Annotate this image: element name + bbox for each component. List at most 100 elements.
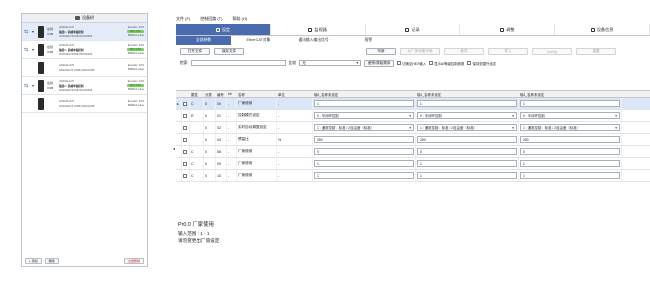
chevron-down-icon[interactable]: ▾: [32, 29, 36, 34]
row-checkbox[interactable]: [183, 101, 187, 106]
menu-file[interactable]: 文件 (F): [176, 16, 190, 22]
import-button[interactable]: 导入: [488, 48, 528, 55]
value-select[interactable]: 1 : 通常控制：标准 / 2自由度（标准） ▾: [314, 124, 414, 131]
bit-cell: -: [227, 170, 237, 181]
table-row[interactable]: C 0 09- 厂家使用 -1 1 1: [176, 158, 650, 170]
value-input[interactable]: 1: [520, 100, 620, 107]
attr-cell: C: [190, 98, 204, 109]
range-checkbox[interactable]: 保持范围外设定: [467, 61, 496, 66]
tab-log[interactable]: 记录: [366, 24, 461, 35]
device-icon: [75, 16, 80, 20]
device-model: HS3442-H70: [59, 43, 74, 47]
checkbox-icon: [429, 61, 434, 65]
compare-select[interactable]: 无 ▾: [299, 60, 362, 66]
value-select[interactable]: 1 : 通常控制：标准 / 2自由度（标准） ▾: [520, 124, 620, 131]
search-input[interactable]: [190, 60, 286, 66]
row-checkbox[interactable]: [183, 161, 187, 166]
table-row[interactable]: 0 04- 惯量比% 250 250 250: [176, 134, 650, 146]
subtab-alarm[interactable]: 报警: [341, 36, 396, 45]
reset-button[interactable]: 重置: [576, 48, 616, 55]
value-select[interactable]: 1 : 通常控制：标准 / 2自由度（标准） ▾: [417, 124, 517, 131]
servo-drive-icon: [38, 25, 44, 38]
servo-drive-icon: [38, 79, 44, 92]
number-cell: 02: [216, 122, 227, 133]
ai-checkbox[interactable]: 显示AI等级控制参数: [429, 61, 464, 66]
value-input[interactable]: 1: [417, 172, 517, 179]
device-item[interactable]: ⇆ ▾ 在线 USB HS3442-H70 轴组1 : 机械单轴控制 HS3442H70US…: [22, 41, 147, 59]
chevron-down-icon[interactable]: ▾: [32, 83, 36, 88]
unit-cell: -: [277, 122, 313, 133]
value-input[interactable]: 1: [520, 172, 620, 179]
category-cell: 0: [204, 134, 216, 145]
write-button[interactable]: 写新: [366, 48, 396, 55]
subtab-ethercat[interactable]: EtherCAT对象: [231, 36, 286, 45]
delete-device-button[interactable]: 删除: [44, 258, 59, 264]
tab-device-info[interactable]: 设备信息: [555, 24, 650, 35]
value-input[interactable]: 1: [417, 160, 517, 167]
attr-cell: [190, 134, 204, 145]
device-item[interactable]: HS3442-H70 HS3442H70 (USB) 000102305 Encod…: [22, 95, 147, 113]
table-row[interactable]: 0 02- 实时自动调整设定 -1 : 通常控制：标准 / 2自由度（标准） ▾ 1 : …: [176, 122, 650, 134]
servo-drive-icon: [38, 43, 44, 56]
value-input[interactable]: 0: [520, 148, 620, 155]
table-row[interactable]: R 0 01- 控制模式设定 -0 : 半闭环控制 ▾ 0 : 半闭环控制 ▾ 0 : 半闭环控…: [176, 110, 650, 122]
value-input[interactable]: 250: [520, 136, 620, 143]
value-select[interactable]: 0 : 半闭环控制 ▾: [314, 112, 414, 119]
value-input[interactable]: 1: [417, 100, 517, 107]
search-label: 检索: [180, 60, 188, 65]
number-cell: 01: [216, 110, 227, 121]
device-serial: HS3442H70USB 000102305: [59, 34, 93, 38]
value-input[interactable]: 250: [314, 136, 414, 143]
config-button[interactable]: Config: [532, 48, 572, 55]
servo-drive-icon: [38, 61, 44, 74]
name-cell: 控制模式设定: [237, 110, 277, 121]
bit-cell: -: [227, 98, 237, 109]
table-row[interactable]: C 0 08- 厂家使用 -0 0 0: [176, 146, 650, 158]
menu-help[interactable]: 帮助 (H): [232, 16, 247, 22]
value-input[interactable]: 1: [314, 172, 414, 179]
device-item[interactable]: ⇆ ▾ 在线 USB HS3442-H70 轴组1 : 机械单轴控制 HS3442H70US…: [22, 77, 147, 95]
device-serial: HS3442H70 (USB) 000102305: [59, 68, 95, 72]
upload-from-device-button[interactable]: 从厂家设备写新: [400, 48, 440, 55]
chevron-down-icon[interactable]: ▾: [32, 47, 36, 52]
tab-monitor[interactable]: 监视器: [271, 24, 366, 35]
subtab-io-signals[interactable]: 通讯输入输出信号: [286, 36, 341, 45]
attr-cell: C: [190, 158, 204, 169]
device-mode: B386A4 pulse: [127, 52, 144, 55]
value-input[interactable]: 250: [417, 136, 517, 143]
number-cell: 09: [216, 158, 227, 169]
row-checkbox[interactable]: [183, 137, 187, 142]
table-row[interactable]: C 0 10- 厂家使用 -1 1 1: [176, 170, 650, 182]
row-checkbox[interactable]: [183, 125, 187, 130]
value-input[interactable]: 0: [314, 148, 414, 155]
row-checkbox[interactable]: [183, 113, 187, 118]
chevron-down-icon: ▾: [356, 61, 359, 65]
hex-checkbox[interactable]: 切换至HEX输入: [397, 61, 426, 66]
tab-settings[interactable]: 设定: [176, 24, 271, 35]
bit-cell: -: [227, 146, 237, 157]
name-cell: 厂家使用: [237, 158, 277, 169]
save-file-button[interactable]: 保存文件: [214, 48, 244, 55]
value-select[interactable]: 0 : 半闭环控制 ▾: [417, 112, 517, 119]
device-tree-header: 设备树: [22, 14, 147, 23]
device-list: ⇆ ▾ 在线 USB HS3442-H70 轴组1 : 机械单轴控制 HS3442H70US…: [22, 23, 147, 113]
row-checkbox[interactable]: [183, 173, 187, 178]
table-row[interactable]: ▸ C 0 00- 厂家使用 -1 1 1: [176, 98, 650, 110]
remove-all-button[interactable]: 全部删除: [123, 258, 144, 264]
value-input[interactable]: 1: [520, 160, 620, 167]
device-item[interactable]: ⇆ ▾ 在线 USB HS3442-H70 轴组1 : 机械单轴控制 HS3442H70US…: [22, 23, 147, 41]
number-cell: 08: [216, 146, 227, 157]
value-select[interactable]: 0 : 半闭环控制 ▾: [520, 112, 620, 119]
open-file-button[interactable]: 打开文件: [180, 48, 210, 55]
initial-order-button[interactable]: 差别/原始顺序: [364, 59, 395, 67]
menu-control[interactable]: 控制回路 (T): [200, 16, 222, 22]
tab-tuning[interactable]: 调整: [460, 24, 556, 35]
compare-button[interactable]: 差异: [444, 48, 484, 55]
add-device-button[interactable]: + 添加: [25, 258, 42, 264]
row-checkbox[interactable]: [183, 149, 187, 154]
value-input[interactable]: 1: [314, 100, 414, 107]
value-input[interactable]: 1: [314, 160, 414, 167]
device-item[interactable]: HS3442-H70 HS3442H70 (USB) 000102305 Encod…: [22, 59, 147, 77]
value-input[interactable]: 0: [417, 148, 517, 155]
subtab-all-params[interactable]: 全部参数: [176, 36, 231, 45]
